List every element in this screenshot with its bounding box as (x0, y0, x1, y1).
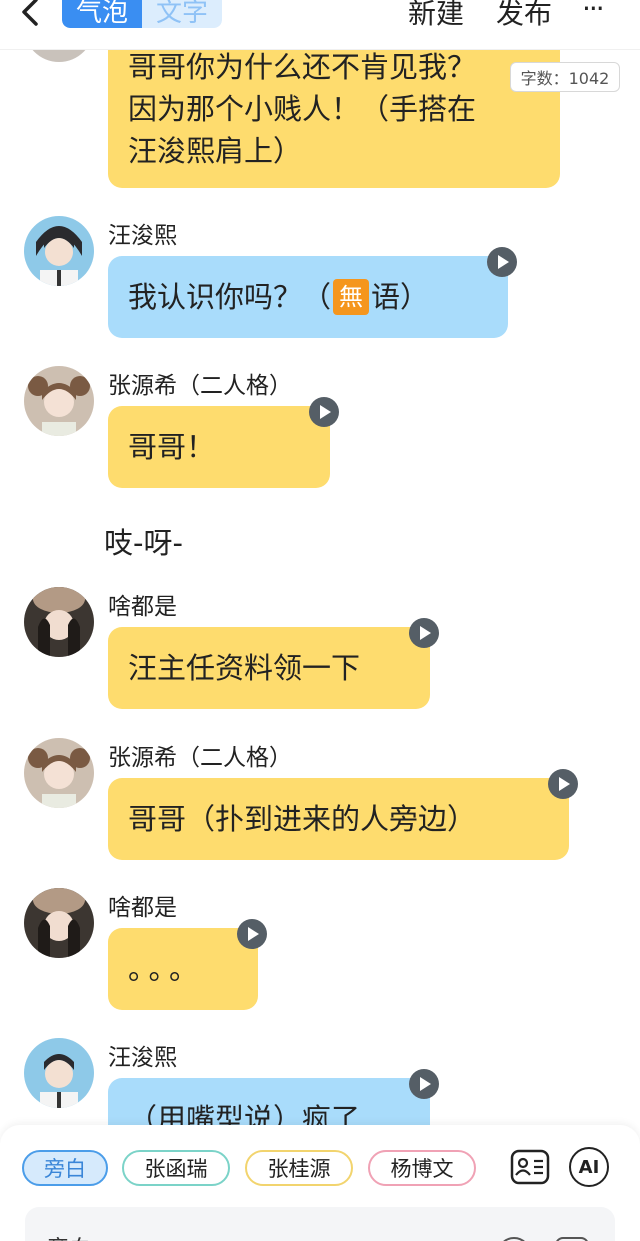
ai-button[interactable]: AI (569, 1147, 609, 1187)
sender-name: 啥都是 (108, 594, 177, 620)
message-text-part: 我认识你吗？（ (128, 280, 332, 314)
character-chip[interactable]: 杨博文 (368, 1150, 476, 1186)
play-voice-icon[interactable] (487, 247, 517, 277)
tab-bubble[interactable]: 气泡 (62, 0, 143, 28)
sender-name: 汪浚熙 (108, 223, 177, 249)
play-voice-icon[interactable] (409, 1069, 439, 1099)
top-bar: 气泡 文字 新建 发布 ··· (0, 0, 640, 50)
message-bubble[interactable]: （用嘴型说）疯了 (108, 1078, 430, 1125)
wu-emoji-icon: 無 (333, 279, 370, 315)
voice-icon[interactable] (497, 1237, 531, 1241)
avatar[interactable] (24, 50, 94, 62)
publish-button[interactable]: 发布 (496, 0, 552, 32)
message-text-line: 汪浚熙肩上） (128, 134, 303, 168)
sender-name: 啥都是 (108, 895, 177, 921)
character-panel: 旁白 张函瑞 张桂源 杨博文 AI 旁白 (0, 1125, 640, 1241)
word-count-badge: 字数：1042 (510, 62, 620, 92)
tab-text[interactable]: 文字 (142, 0, 223, 28)
new-button[interactable]: 新建 (408, 0, 464, 32)
back-arrow-icon[interactable] (16, 0, 46, 34)
sender-name: 张源希（二人格） (108, 373, 292, 399)
message-bubble[interactable]: 我认识你吗？（ 無 语） (108, 256, 508, 338)
message-text-line: 因为那个小贱人！（手搭在 (128, 92, 477, 126)
message-text: 我认识你吗？（ 無 语） (128, 256, 488, 338)
image-icon[interactable] (555, 1237, 589, 1241)
play-voice-icon[interactable] (237, 919, 267, 949)
message-text: 哥哥！ (128, 430, 216, 464)
message-bubble[interactable]: 。。。 (108, 928, 258, 1010)
avatar[interactable] (24, 216, 94, 286)
message-text: （用嘴型说）疯了 (128, 1102, 361, 1125)
play-voice-icon[interactable] (309, 397, 339, 427)
message-bubble[interactable]: 哥哥！ (108, 406, 330, 488)
message-text-part: 语） (371, 280, 430, 314)
avatar[interactable] (24, 1038, 94, 1108)
narration-text[interactable]: 吱-呀- (104, 520, 183, 562)
message-bubble[interactable]: 哥哥（扑到进来的人旁边） (108, 778, 569, 860)
ai-label: AI (578, 1156, 600, 1178)
chat-area[interactable]: 哥哥你为什么还不肯见我？ 因为那个小贱人！（手搭在 汪浚熙肩上） 汪浚熙 我认识… (0, 50, 640, 1125)
avatar[interactable] (24, 366, 94, 436)
avatar[interactable] (24, 738, 94, 808)
sender-name: 汪浚熙 (108, 1045, 177, 1071)
character-chip-narration[interactable]: 旁白 (22, 1150, 108, 1186)
sender-name: 张源希（二人格） (108, 745, 292, 771)
message-input[interactable]: 旁白 (25, 1207, 615, 1241)
avatar[interactable] (24, 888, 94, 958)
message-bubble[interactable]: 汪主任资料领一下 (108, 627, 430, 709)
message-text: 。。。 (128, 952, 205, 986)
character-chip[interactable]: 张桂源 (245, 1150, 353, 1186)
more-menu-button[interactable]: ··· (582, 0, 605, 25)
play-voice-icon[interactable] (409, 618, 439, 648)
avatar[interactable] (24, 587, 94, 657)
play-voice-icon[interactable] (548, 769, 578, 799)
message-bubble[interactable]: 哥哥你为什么还不肯见我？ 因为那个小贱人！（手搭在 汪浚熙肩上） (108, 50, 560, 188)
mode-switch: 气泡 文字 (62, 0, 223, 28)
message-text: 汪主任资料领一下 (128, 651, 361, 685)
contact-card-icon[interactable] (510, 1147, 550, 1187)
message-text: 哥哥（扑到进来的人旁边） (128, 802, 477, 836)
input-role-label: 旁白 (47, 1231, 91, 1241)
character-chip[interactable]: 张函瑞 (122, 1150, 230, 1186)
message-text-line: 哥哥你为什么还不肯见我？ (128, 50, 477, 84)
